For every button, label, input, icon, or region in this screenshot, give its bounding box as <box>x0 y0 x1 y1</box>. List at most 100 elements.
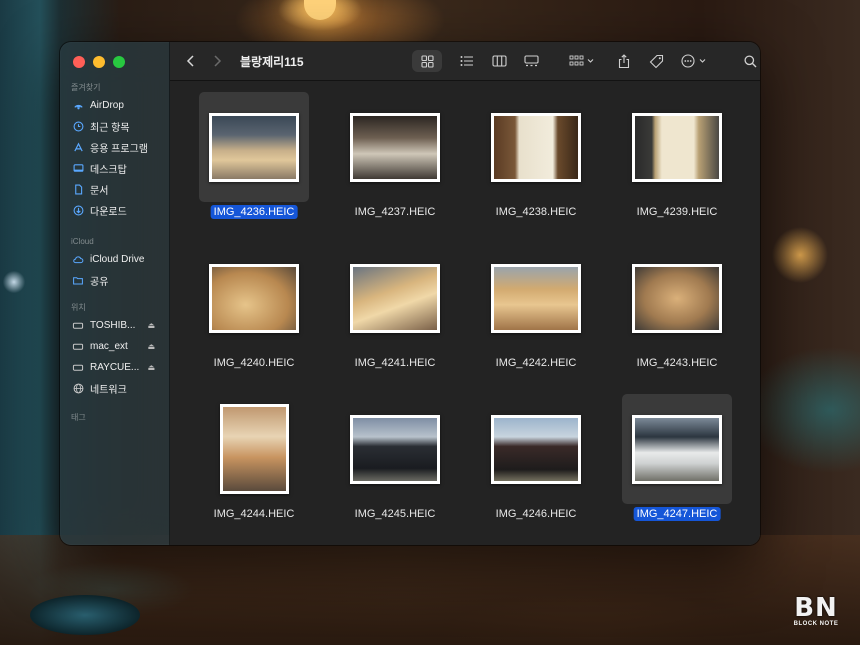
photo-thumbnail <box>209 263 299 333</box>
thumbnail-frame <box>199 243 309 353</box>
icloud-title: iCloud <box>71 237 94 246</box>
cafe-counter <box>0 535 860 645</box>
file-name: IMG_4241.HEIC <box>354 357 436 369</box>
sidebar-item-downloads[interactable]: 다운로드 <box>60 200 169 221</box>
sidebar-item-label: 응용 프로그램 <box>90 144 148 155</box>
close-button[interactable] <box>73 56 85 68</box>
file-item[interactable]: IMG_4245.HEIC <box>339 387 451 520</box>
file-name: IMG_4247.HEIC <box>633 507 721 521</box>
toolbar: 블랑제리115 <box>170 42 760 81</box>
thumbnail-frame <box>340 394 450 504</box>
gallery-view-button[interactable] <box>516 50 546 72</box>
folder-title: 블랑제리115 <box>240 54 304 69</box>
action-button[interactable] <box>678 50 712 72</box>
applications-icon <box>72 142 84 154</box>
sidebar-item-network[interactable]: 네트워크 <box>60 378 169 399</box>
sidebar: 즐겨찾기 AirDrop 최근 항목 응용 프로그램 데스크탑 문서 다운로드 … <box>60 42 170 545</box>
finder-window: 즐겨찾기 AirDrop 최근 항목 응용 프로그램 데스크탑 문서 다운로드 … <box>60 42 760 545</box>
drive-icon <box>72 341 84 353</box>
sidebar-item-toshiba[interactable]: TOSHIB... ⏏ <box>60 315 169 336</box>
file-item[interactable]: IMG_4240.HEIC <box>198 236 310 369</box>
sidebar-item-label: iCloud Drive <box>90 254 145 265</box>
icon-view-button[interactable] <box>412 50 442 72</box>
sidebar-item-airdrop[interactable]: AirDrop <box>60 95 169 116</box>
thumbnail-frame <box>622 243 732 353</box>
eject-icon[interactable]: ⏏ <box>147 363 155 372</box>
sidebar-item-label: mac_ext <box>90 341 128 352</box>
desktop-icon <box>72 163 84 175</box>
sidebar-item-icloud-drive[interactable]: iCloud Drive <box>60 249 169 270</box>
file-name: IMG_4240.HEIC <box>213 357 295 369</box>
file-item[interactable]: IMG_4247.HEIC <box>621 387 733 521</box>
file-name: IMG_4242.HEIC <box>495 357 577 369</box>
photo-thumbnail <box>491 414 581 484</box>
photo-thumbnail <box>350 112 440 182</box>
zoom-button[interactable] <box>113 56 125 68</box>
drive-icon <box>72 320 84 332</box>
sidebar-item-label: TOSHIB... <box>90 320 136 331</box>
thumbnail-frame <box>199 92 309 202</box>
photo-thumbnail <box>209 112 299 182</box>
thumbnail-frame <box>481 394 591 504</box>
sidebar-item-documents[interactable]: 문서 <box>60 179 169 200</box>
file-name: IMG_4236.HEIC <box>210 205 298 219</box>
file-item[interactable]: IMG_4244.HEIC <box>198 387 310 520</box>
file-item[interactable]: IMG_4243.HEIC <box>621 236 733 369</box>
file-item[interactable]: IMG_4239.HEIC <box>621 85 733 218</box>
thumbnail-frame <box>481 243 591 353</box>
photo-thumbnail <box>632 414 722 484</box>
thumbnail-frame <box>340 92 450 202</box>
sidebar-item-label: 공유 <box>90 277 109 288</box>
stool <box>30 595 140 635</box>
watermark-letters: BN <box>794 593 838 623</box>
file-item[interactable]: IMG_4246.HEIC <box>480 387 592 520</box>
file-name: IMG_4246.HEIC <box>495 508 577 520</box>
back-button[interactable] <box>180 50 202 72</box>
sidebar-item-label: 데스크탑 <box>90 165 127 176</box>
forward-button[interactable] <box>206 50 228 72</box>
network-icon <box>72 383 84 395</box>
thumbnail-frame <box>340 243 450 353</box>
favorites-section: 즐겨찾기 AirDrop 최근 항목 응용 프로그램 데스크탑 문서 다운로드 <box>60 81 169 221</box>
file-item[interactable]: IMG_4238.HEIC <box>480 85 592 218</box>
photo-thumbnail <box>632 112 722 182</box>
sidebar-item-shared[interactable]: 공유 <box>60 270 169 291</box>
group-button[interactable] <box>564 50 600 72</box>
airdrop-icon <box>72 100 84 112</box>
file-name: IMG_4243.HEIC <box>636 357 718 369</box>
sidebar-item-mac-ext[interactable]: mac_ext ⏏ <box>60 336 169 357</box>
sidebar-item-applications[interactable]: 응용 프로그램 <box>60 137 169 158</box>
column-view-button[interactable] <box>484 50 514 72</box>
sidebar-item-label: 최근 항목 <box>90 123 130 134</box>
watermark-subtitle: BLOCK NOTE <box>793 621 839 627</box>
list-view-button[interactable] <box>452 50 482 72</box>
sidebar-item-label: RAYCUE... <box>90 362 140 373</box>
tag-button[interactable] <box>644 50 668 72</box>
file-item[interactable]: IMG_4241.HEIC <box>339 236 451 369</box>
thumbnail-frame <box>622 394 732 504</box>
clock-icon <box>72 121 84 133</box>
share-button[interactable] <box>612 50 636 72</box>
file-item[interactable]: IMG_4237.HEIC <box>339 85 451 218</box>
sidebar-item-desktop[interactable]: 데스크탑 <box>60 158 169 179</box>
thumbnail-frame <box>622 92 732 202</box>
minimize-button[interactable] <box>93 56 105 68</box>
eject-icon[interactable]: ⏏ <box>147 342 155 351</box>
file-item[interactable]: IMG_4242.HEIC <box>480 236 592 369</box>
sidebar-item-label: 문서 <box>90 186 109 197</box>
photo-thumbnail <box>632 263 722 333</box>
file-name: IMG_4237.HEIC <box>354 206 436 218</box>
sidebar-item-recents[interactable]: 최근 항목 <box>60 116 169 137</box>
tags-title: 태그 <box>71 413 86 422</box>
drive-icon <box>72 362 84 374</box>
locations-title: 위치 <box>71 303 86 312</box>
photo-thumbnail <box>491 112 581 182</box>
photo-thumbnail <box>350 414 440 484</box>
sidebar-item-label: AirDrop <box>90 100 124 111</box>
file-item[interactable]: IMG_4236.HEIC <box>198 85 310 219</box>
eject-icon[interactable]: ⏏ <box>147 321 155 330</box>
document-icon <box>72 184 84 196</box>
search-button[interactable] <box>738 50 760 72</box>
sidebar-item-raycue[interactable]: RAYCUE... ⏏ <box>60 357 169 378</box>
shared-folder-icon <box>72 275 84 287</box>
